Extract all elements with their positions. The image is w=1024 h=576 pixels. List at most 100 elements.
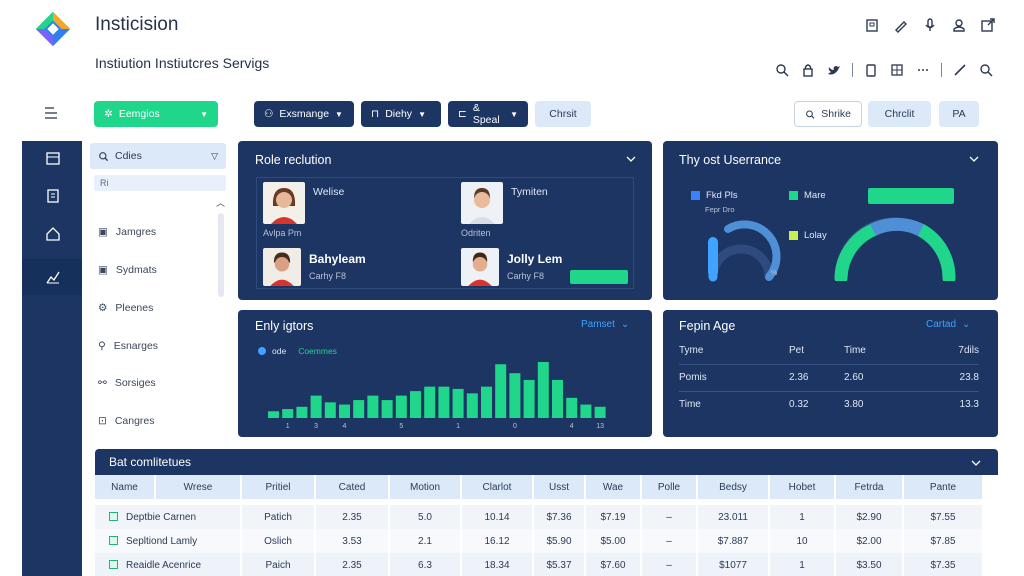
cell: 6.3 [389, 553, 462, 576]
chart-bar [424, 386, 436, 418]
column-header[interactable]: Clarlot [461, 475, 534, 499]
grid-icon[interactable] [889, 62, 905, 78]
cell: 3.53 [315, 529, 390, 553]
sidebar: Cdies ▽ Ri ︿ ▣ Jamgres ▣ Sydmats ⚙ Pleenes … [82, 141, 232, 445]
sidebar-item-cangres[interactable]: ⊡ Cangres [98, 415, 155, 427]
column-header[interactable]: Pante [903, 475, 982, 499]
panel-link[interactable]: Cartad ⌄ [926, 319, 970, 330]
search-button[interactable]: Shrike [794, 101, 862, 127]
panel-link[interactable]: Pamset ⌄ [581, 319, 629, 330]
person-card[interactable]: Jolly Lem Carhy F8 [461, 248, 562, 286]
chart-icon[interactable] [44, 268, 62, 286]
pencil-icon[interactable] [952, 62, 968, 78]
cell: 23.011 [697, 505, 770, 529]
legend-label: Lolay [804, 230, 827, 241]
cell: $7.55 [903, 505, 982, 529]
chevron-down-icon[interactable] [626, 155, 636, 163]
table-row[interactable]: Reaidle Acenrice Paich 2.35 6.3 18.34 $5… [95, 553, 982, 576]
action-bar[interactable] [570, 270, 628, 284]
cell: Pomis [679, 364, 789, 392]
row-checkbox[interactable] [109, 512, 118, 522]
column-header[interactable]: Cated [315, 475, 390, 499]
panel-link-label: Cartad [926, 319, 957, 330]
column-header[interactable]: Wrese [155, 475, 242, 499]
cell: 1 [769, 505, 836, 529]
home-icon[interactable] [44, 225, 62, 243]
usage-bar [868, 188, 954, 204]
bottom-table-panel: Bat comlitetues Name Wrese Pritiel Cated… [95, 449, 998, 576]
building-icon[interactable] [864, 17, 880, 33]
chart-bar [395, 395, 407, 418]
sidebar-item-esnarges[interactable]: ⚲ Esnarges [98, 340, 158, 352]
table-row[interactable]: Deptbie Carnen Patich 2.35 5.0 10.14 $7.… [95, 505, 982, 529]
calendar-icon: ▣ [98, 226, 108, 238]
primary-select[interactable]: ✲ Eemgios ▼ [94, 101, 218, 127]
sidebar-filter-input[interactable]: Ri [94, 175, 226, 191]
column-header[interactable]: Bedsy [697, 475, 770, 499]
column-header[interactable]: Name [95, 475, 156, 499]
person-card[interactable]: Welise [263, 182, 344, 224]
lock-icon[interactable] [800, 62, 816, 78]
chart-button[interactable]: Chrsit [535, 101, 591, 127]
row-checkbox[interactable] [109, 536, 118, 546]
pa-button[interactable]: PA [939, 101, 979, 127]
legend-label: Mare [804, 190, 826, 201]
search-icon[interactable] [774, 62, 790, 78]
twitter-icon[interactable] [826, 62, 842, 78]
filter-speal-button[interactable]: ⊏ & Speal ▼ [448, 101, 528, 127]
check-button[interactable]: Chrclit [868, 101, 931, 127]
chevron-down-icon[interactable] [971, 459, 981, 467]
calendar-icon[interactable] [44, 149, 62, 167]
menu-icon[interactable] [42, 104, 60, 122]
sidebar-item-jamgres[interactable]: ▣ Jamgres [98, 226, 156, 238]
column-header[interactable]: Usst [533, 475, 586, 499]
role-panel: Role reclution Welise Avlpa Pm Tymiten O… [238, 141, 652, 300]
chevron-down-icon: ▼ [510, 109, 518, 119]
column-header[interactable]: Hobet [769, 475, 836, 499]
column-header[interactable]: Polle [641, 475, 698, 499]
row-checkbox[interactable] [109, 560, 118, 570]
legend-swatch [691, 191, 700, 200]
top-icon-bar [864, 17, 996, 33]
column-header[interactable]: Motion [389, 475, 462, 499]
cell: $7.85 [903, 529, 982, 553]
cell: – [641, 529, 698, 553]
search-icon [99, 151, 109, 161]
column-header[interactable]: Fetrda [835, 475, 904, 499]
chevron-down-icon[interactable] [969, 155, 979, 163]
search-icon[interactable] [978, 62, 994, 78]
chart-bar [367, 395, 379, 418]
person-name: Jolly Lem [507, 252, 563, 266]
column-header[interactable]: Wae [585, 475, 642, 499]
scrollbar[interactable] [218, 213, 224, 297]
filter-label: Exsmange [279, 108, 330, 120]
user-icon[interactable] [951, 17, 967, 33]
sidebar-item-sorsiges[interactable]: ⚯ Sorsiges [98, 377, 156, 389]
cell: – [641, 505, 698, 529]
page-subtitle: Instiution Instiutcres Servigs [95, 55, 270, 71]
cell: $5.37 [533, 553, 586, 576]
legend-item: Lolay [789, 230, 827, 241]
pen-icon[interactable] [893, 17, 909, 33]
person-card[interactable]: Bahyleam Carhy F8 [263, 248, 366, 286]
sidebar-search[interactable]: Cdies ▽ [90, 143, 226, 169]
person-card[interactable]: Tymiten [461, 182, 548, 224]
x-tick-label: 0 [513, 423, 517, 430]
share-icon[interactable] [980, 17, 996, 33]
more-icon[interactable] [915, 62, 931, 78]
person-name: Bahyleam [309, 252, 366, 266]
tool-icon-bar [774, 62, 994, 78]
x-tick-label: 5 [399, 423, 403, 430]
clipboard-icon[interactable] [863, 62, 879, 78]
filter-diehy-button[interactable]: ⊓ Diehy ▼ [361, 101, 441, 127]
chevron-up-icon[interactable]: ︿ [216, 196, 225, 209]
sidebar-item-sydmats[interactable]: ▣ Sydmats [98, 264, 157, 276]
document-icon[interactable] [44, 187, 62, 205]
column-header[interactable]: Pritiel [241, 475, 316, 499]
mic-icon[interactable] [922, 17, 938, 33]
chart-bar [381, 400, 393, 418]
person-role: Carhy F8 [309, 271, 347, 281]
filter-exchange-button[interactable]: ⚇ Exsmange ▼ [254, 101, 354, 127]
sidebar-item-pleenes[interactable]: ⚙ Pleenes [98, 302, 153, 314]
table-row[interactable]: Sepltiond Lamly Oslich 3.53 2.1 16.12 $5… [95, 529, 982, 553]
